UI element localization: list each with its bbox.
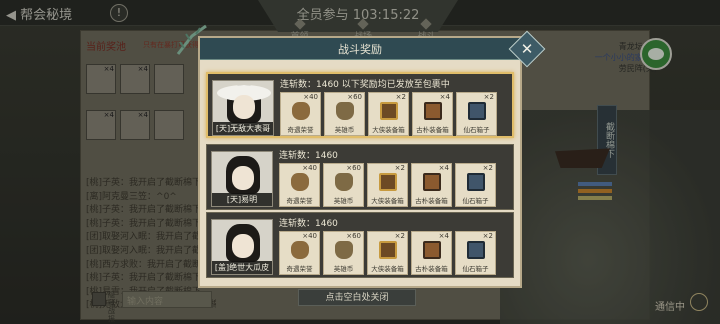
stone-box-icon [467, 173, 485, 191]
row-header: 连斩数：1460 [279, 219, 338, 229]
stone-box-icon [467, 241, 485, 259]
item-label: 仙石箱子 [462, 265, 489, 273]
item-count: ×4 [438, 164, 449, 172]
avatar-face [232, 234, 254, 258]
item-label: 仙石箱子 [463, 126, 490, 134]
reward-item[interactable]: ×60 英雄币 [323, 163, 364, 207]
reward-item[interactable]: ×40 奇遇荣誉 [280, 92, 321, 136]
item-count: ×40 [302, 232, 317, 240]
item-label: 古朴装备箱 [416, 126, 449, 134]
item-label: 奇遇荣誉 [287, 126, 314, 134]
item-label: 英雄币 [334, 126, 355, 134]
antique-chest-icon [424, 102, 442, 120]
reward-item[interactable]: ×2 仙石箱子 [456, 92, 497, 136]
reward-item[interactable]: ×2 仙石箱子 [455, 163, 496, 207]
item-count: ×2 [394, 164, 405, 172]
honor-bag-icon [292, 102, 310, 120]
item-count: ×4 [438, 232, 449, 240]
honor-bag-icon [291, 241, 309, 259]
reward-item[interactable]: ×4 古朴装备箱 [411, 231, 452, 275]
item-label: 大侠装备箱 [371, 265, 404, 273]
avatar-face [232, 166, 254, 190]
antique-chest-icon [423, 173, 441, 191]
item-label: 大侠装备箱 [371, 197, 404, 205]
chest-icon [379, 173, 397, 191]
reward-item[interactable]: ×4 古朴装备箱 [411, 163, 452, 207]
reward-item[interactable]: ×2 大侠装备箱 [368, 92, 409, 136]
close-icon[interactable]: ✕ [514, 36, 540, 62]
item-count: ×2 [482, 232, 493, 240]
hero-coin-icon [336, 102, 354, 120]
item-label: 仙石箱子 [462, 197, 489, 205]
reward-row: 连斩数：1460 以下奖励均已发放至包裹中 [天]无敌大表哥 ×40 奇遇荣誉 ×… [206, 72, 514, 138]
close-hint[interactable]: 点击空白处关闭 [298, 289, 416, 306]
avatar: [盖]绝世大瓜皮 [211, 219, 273, 275]
item-count: ×60 [346, 164, 361, 172]
item-count: ×2 [482, 164, 493, 172]
item-label: 英雄币 [333, 265, 354, 273]
player-name: [天]无敌大表哥 [213, 122, 273, 135]
item-count: ×40 [303, 93, 318, 101]
chest-icon [380, 102, 398, 120]
item-label: 奇遇荣誉 [286, 265, 313, 273]
avatar-face [233, 95, 255, 119]
item-count: ×2 [395, 93, 406, 101]
reward-item[interactable]: ×4 古朴装备箱 [412, 92, 453, 136]
row-header: 连斩数：1460 [279, 151, 338, 161]
hero-coin-icon [335, 241, 353, 259]
item-count: ×40 [302, 164, 317, 172]
row-header: 连斩数：1460 以下奖励均已发放至包裹中 [280, 80, 450, 90]
item-count: ×60 [346, 232, 361, 240]
avatar: [天]易明 [211, 151, 273, 207]
avatar: [天]无敌大表哥 [212, 80, 274, 136]
reward-row: 连斩数：1460 [盖]绝世大瓜皮 ×40 奇遇荣誉 ×60 英雄币 ×2 大侠装备箱… [206, 212, 514, 278]
reward-item[interactable]: ×40 奇遇荣誉 [279, 231, 320, 275]
reward-item[interactable]: ×2 仙石箱子 [455, 231, 496, 275]
stone-box-icon [468, 102, 486, 120]
item-label: 奇遇荣誉 [286, 197, 313, 205]
reward-row: 连斩数：1460 [天]易明 ×40 奇遇荣誉 ×60 英雄币 ×2 大侠装备箱 ×4… [206, 144, 514, 210]
reward-item[interactable]: ×40 奇遇荣誉 [279, 163, 320, 207]
reward-item[interactable]: ×60 英雄币 [324, 92, 365, 136]
reward-item[interactable]: ×2 大侠装备箱 [367, 163, 408, 207]
battle-reward-modal: 战斗奖励 连斩数：1460 以下奖励均已发放至包裹中 [天]无敌大表哥 ×40 奇… [198, 36, 522, 288]
item-count: ×2 [483, 93, 494, 101]
item-label: 古朴装备箱 [415, 265, 448, 273]
modal-title: 战斗奖励 [338, 43, 382, 56]
reward-item[interactable]: ×60 英雄币 [323, 231, 364, 275]
item-count: ×60 [347, 93, 362, 101]
player-name: [天]易明 [212, 193, 272, 206]
hero-coin-icon [335, 173, 353, 191]
item-label: 大侠装备箱 [372, 126, 405, 134]
item-label: 英雄币 [333, 197, 354, 205]
reward-item[interactable]: ×2 大侠装备箱 [367, 231, 408, 275]
item-count: ×2 [394, 232, 405, 240]
chest-icon [379, 241, 397, 259]
honor-bag-icon [291, 173, 309, 191]
player-name: [盖]绝世大瓜皮 [212, 261, 272, 274]
antique-chest-icon [423, 241, 441, 259]
item-label: 古朴装备箱 [415, 197, 448, 205]
modal-header: 战斗奖励 [200, 38, 520, 60]
item-count: ×4 [439, 93, 450, 101]
